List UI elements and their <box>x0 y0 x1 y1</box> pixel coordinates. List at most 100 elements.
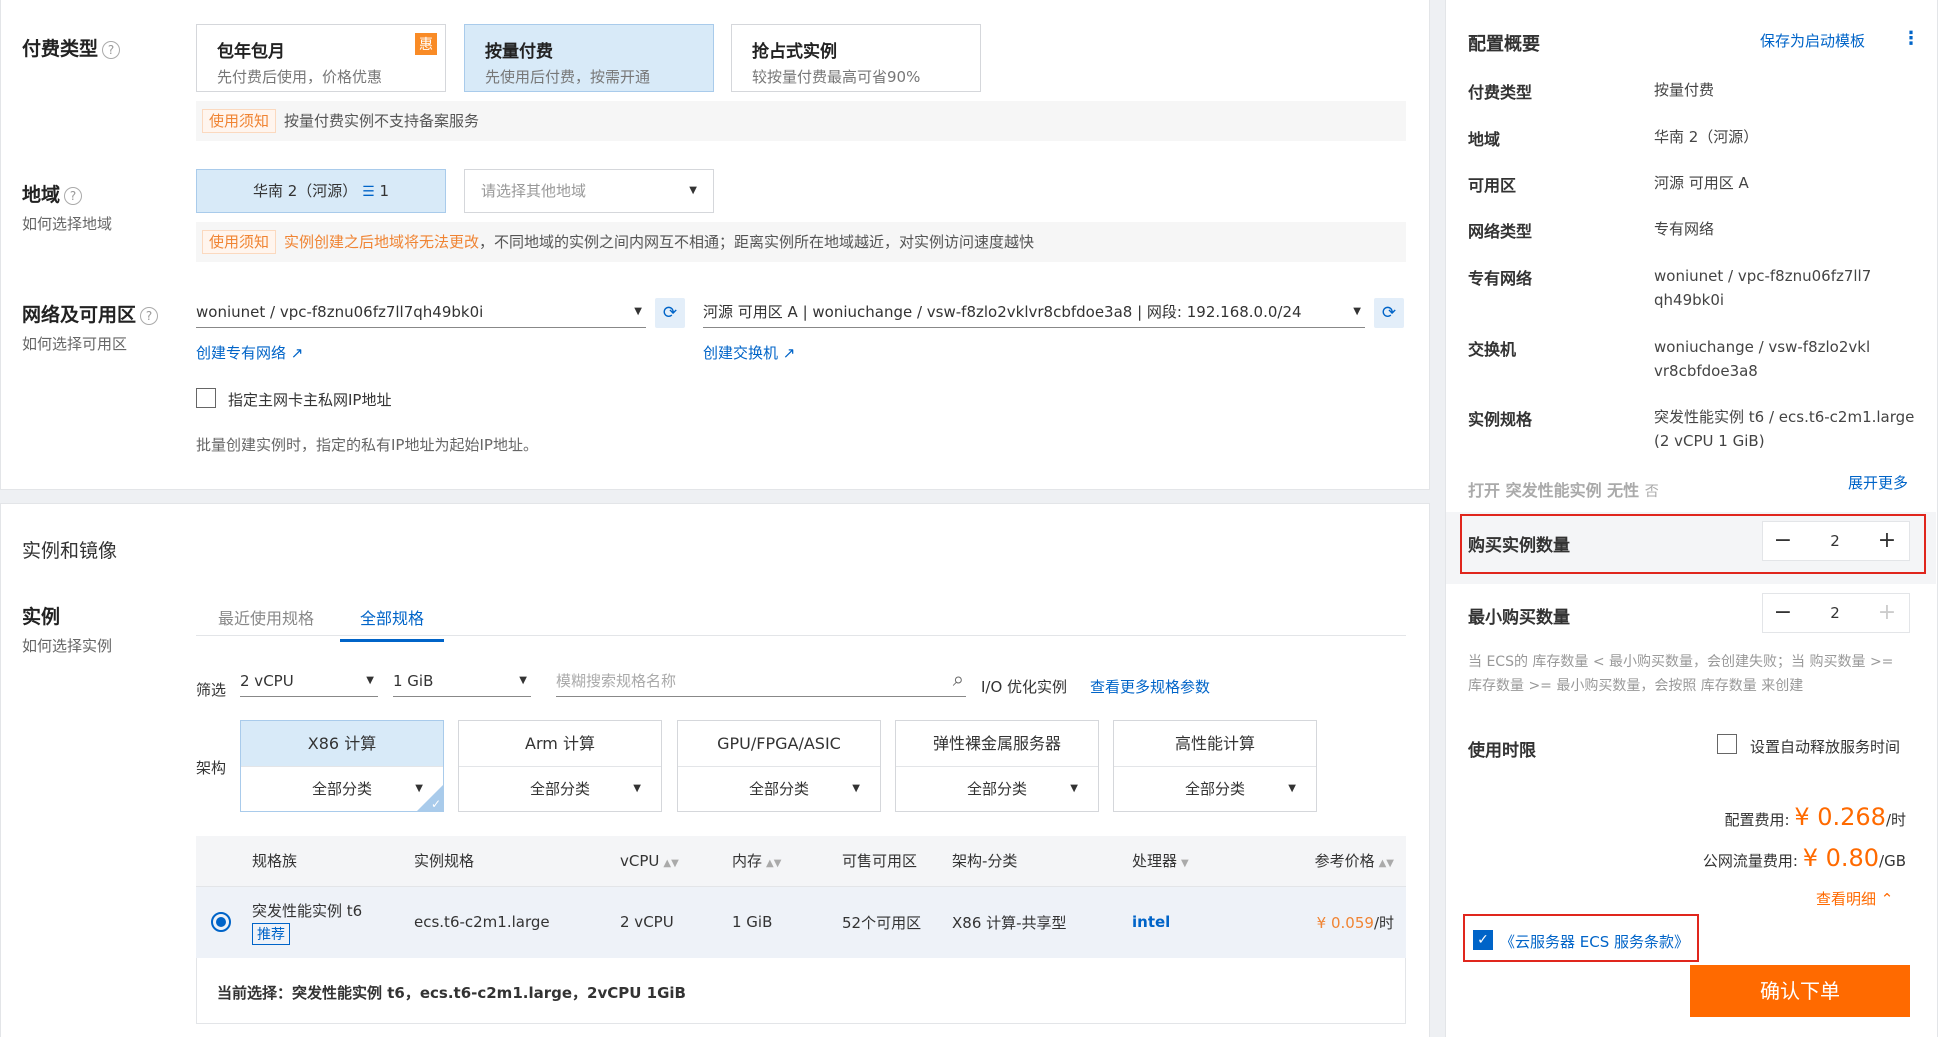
external-link-icon: ↗ <box>290 344 304 362</box>
sort-icon[interactable]: ▲▼ <box>766 858 781 869</box>
arch-baremetal[interactable]: 弹性裸金属服务器 全部分类 ▼ <box>895 720 1099 812</box>
row-radio[interactable] <box>211 912 231 932</box>
billing-option-sub: 较按量付费最高可省90% <box>752 68 921 86</box>
arch-arm[interactable]: Arm 计算 全部分类 ▼ <box>458 720 662 812</box>
table-header-row: 规格族 实例规格 vCPU ▲▼ 内存 ▲▼ 可售可用区 架构-分类 处理器 ▼ 参考… <box>196 836 1406 887</box>
summary-label-billing: 付费类型 <box>1468 83 1533 102</box>
region-help-link[interactable]: 如何选择地域 <box>22 213 112 234</box>
table-header-price[interactable]: 参考价格 ▲▼ <box>1226 836 1406 887</box>
vswitch-value: 河源 可用区 A | woniuchange / vsw-f8zlo2vklvr… <box>703 303 1302 321</box>
billing-option-title: 抢占式实例 <box>752 42 837 62</box>
summary-label-zone: 可用区 <box>1468 176 1517 195</box>
external-link-icon: ↗ <box>782 344 796 362</box>
arch-name: X86 计算 <box>241 721 443 767</box>
sort-icon[interactable]: ▲▼ <box>663 858 678 869</box>
row-radio-cell[interactable] <box>196 886 246 959</box>
arch-category-select[interactable]: 全部分类 ▼ <box>241 767 443 811</box>
region-selected[interactable]: 华南 2（河源） ☰ 1 <box>196 169 446 213</box>
current-selection-text: 当前选择：突发性能实例 t6，ecs.t6-c2m1.large，2vCPU 1… <box>217 984 686 1002</box>
region-notice: 使用须知 实例创建之后地域将无法更改，不同地域的实例之间内网互不相通；距离实例所在… <box>196 222 1406 262</box>
table-header-vcpu[interactable]: vCPU ▲▼ <box>614 836 726 887</box>
mem-filter-value: 1 GiB <box>393 672 434 690</box>
arch-category-select[interactable]: 全部分类 ▼ <box>459 767 661 811</box>
network-help-link[interactable]: 如何选择可用区 <box>22 333 127 354</box>
expand-more-link[interactable]: 展开更多 <box>1848 472 1908 493</box>
refresh-vpc-icon[interactable]: ⟳ <box>655 298 685 328</box>
arch-category-select[interactable]: 全部分类 ▼ <box>896 767 1098 811</box>
vcpu-filter[interactable]: 2 vCPU ▼ <box>240 667 378 697</box>
mem-filter[interactable]: 1 GiB ▼ <box>393 667 531 697</box>
min-count-value[interactable]: 2 <box>1803 594 1867 632</box>
summary-label-region: 地域 <box>1468 130 1501 149</box>
billing-title: 付费类型? <box>22 34 121 61</box>
increment-button[interactable]: + <box>1867 594 1907 632</box>
io-optimized-label: I/O 优化实例 <box>981 678 1068 696</box>
spec-search-input[interactable]: 模糊搜索规格名称 ⌕ <box>556 667 966 697</box>
config-fee-unit: /时 <box>1885 811 1906 829</box>
table-header-select <box>196 836 246 887</box>
network-title-text: 网络及可用区 <box>22 304 137 326</box>
confirm-order-button[interactable]: 确认下单 <box>1690 965 1910 1017</box>
help-icon[interactable]: ? <box>102 40 121 59</box>
config-fee: 配置费用: ¥ 0.268/时 <box>1600 803 1906 831</box>
more-options-icon[interactable]: ⋮ <box>1902 28 1920 49</box>
notice-text: ，不同地域的实例之间内网互不相通；距离实例所在地域越近，对实例访问速度越快 <box>479 233 1035 251</box>
help-icon[interactable]: ? <box>64 186 83 205</box>
help-icon[interactable]: ? <box>140 306 159 325</box>
vpc-value: woniunet / vpc-f8znu06fz7ll7qh49bk0i <box>196 303 484 321</box>
summary-value-region: 华南 2（河源） <box>1654 128 1759 146</box>
notice-text: 按量付费实例不支持备案服务 <box>284 112 480 130</box>
vswitch-select[interactable]: 河源 可用区 A | woniuchange / vsw-f8zlo2vklvr… <box>703 298 1365 328</box>
table-row[interactable]: 突发性能实例 t6 推荐 ecs.t6-c2m1.large 2 vCPU 1 G… <box>196 886 1406 959</box>
row-zones: 52个可用区 <box>836 886 946 959</box>
create-vswitch-link[interactable]: 创建交换机 ↗ <box>703 342 795 363</box>
config-fee-value: ¥ 0.268 <box>1794 803 1886 831</box>
table-header-vcpu-label: vCPU <box>620 851 660 870</box>
view-detail-link[interactable]: 查看明细 ⌃ <box>1816 888 1893 909</box>
notice-tag: 使用须知 <box>202 230 277 254</box>
billing-option-title: 按量付费 <box>485 42 553 62</box>
instance-help-link[interactable]: 如何选择实例 <box>22 635 112 656</box>
create-vpc-link[interactable]: 创建专有网络 ↗ <box>196 342 303 363</box>
view-detail-label: 查看明细 <box>1816 890 1877 908</box>
search-icon[interactable]: ⌕ <box>953 665 964 693</box>
region-selected-label: 华南 2（河源） <box>253 182 358 200</box>
create-vpc-label: 创建专有网络 <box>196 344 287 362</box>
refresh-vswitch-icon[interactable]: ⟳ <box>1374 298 1404 328</box>
billing-notice: 使用须知 按量付费实例不支持备案服务 <box>196 101 1406 141</box>
traffic-fee-unit: /GB <box>1879 852 1906 870</box>
more-spec-params-link[interactable]: 查看更多规格参数 <box>1090 676 1210 697</box>
tab-recent-specs[interactable]: 最近使用规格 <box>218 605 314 639</box>
tab-all-specs[interactable]: 全部规格 <box>340 605 445 642</box>
billing-option-subscription[interactable]: 包年包月 先付费后使用，价格优惠 惠 <box>196 24 446 92</box>
sort-icon[interactable]: ▲▼ <box>1379 858 1394 869</box>
table-header-cpu[interactable]: 处理器 ▼ <box>1126 836 1226 887</box>
billing-option-payg[interactable]: 按量付费 先使用后付费，按需开通 <box>464 24 714 92</box>
min-count-stepper[interactable]: −2 + <box>1762 593 1910 633</box>
billing-option-spot[interactable]: 抢占式实例 较按量付费最高可省90% <box>731 24 981 92</box>
chevron-down-icon: ▼ <box>689 185 697 196</box>
region-other-select[interactable]: 请选择其他地域 ▼ <box>464 169 714 213</box>
chevron-down-icon: ▼ <box>1353 306 1361 317</box>
auto-release-checkbox[interactable] <box>1717 734 1737 754</box>
instance-label: 实例 <box>22 606 61 628</box>
table-header-price-label: 参考价格 <box>1314 852 1375 871</box>
arch-x86[interactable]: X86 计算 全部分类 ▼ ✓ <box>240 720 444 812</box>
arch-gpu[interactable]: GPU/FPGA/ASIC 全部分类 ▼ <box>677 720 881 812</box>
table-header-mem[interactable]: 内存 ▲▼ <box>726 836 836 887</box>
save-template-link[interactable]: 保存为启动模板 <box>1760 30 1865 51</box>
arch-hpc[interactable]: 高性能计算 全部分类 ▼ <box>1113 720 1317 812</box>
vpc-select[interactable]: woniunet / vpc-f8znu06fz7ll7qh49bk0i ▼ <box>196 298 646 328</box>
arch-category: 全部分类 <box>311 780 372 798</box>
row-cpu: intel <box>1126 886 1226 959</box>
specify-ip-checkbox[interactable] <box>196 388 216 408</box>
row-price-value: 0.059 <box>1330 913 1374 932</box>
summary-value-network-type: 专有网络 <box>1654 220 1715 238</box>
arch-category-select[interactable]: 全部分类 ▼ <box>678 767 880 811</box>
instance-section-title: 实例和镜像 <box>22 540 118 562</box>
summary-value-spec: 突发性能实例 t6 / ecs.t6-c2m1.large (2 vCPU 1 … <box>1654 408 1915 450</box>
arch-category-select[interactable]: 全部分类 ▼ <box>1114 767 1316 811</box>
decrement-button[interactable]: − <box>1763 594 1803 632</box>
table-header-family: 规格族 <box>246 836 408 887</box>
filter-icon[interactable]: ▼ <box>1181 858 1189 869</box>
